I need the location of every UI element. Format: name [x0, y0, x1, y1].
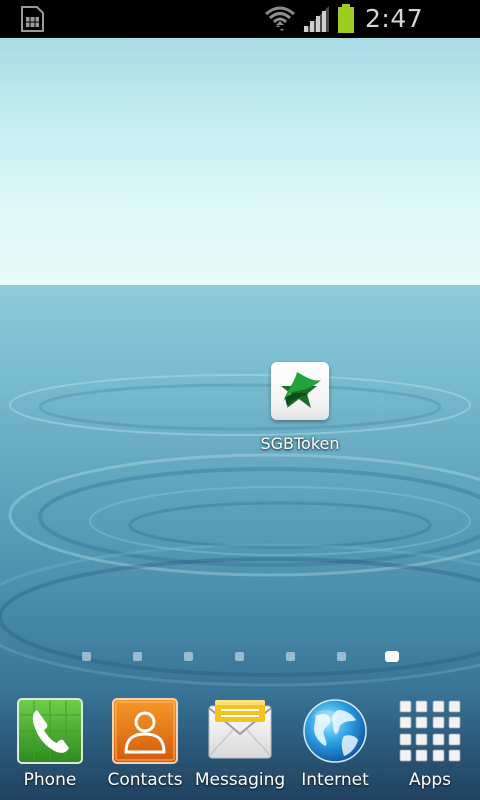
dock-item-contacts[interactable]: Contacts — [97, 698, 193, 798]
page-dot-2[interactable] — [133, 652, 142, 661]
signal-icon — [303, 6, 329, 32]
app-label-sgbtoken: SGBToken — [260, 434, 340, 453]
phone-icon — [17, 698, 83, 764]
dock-item-internet[interactable]: Internet — [287, 698, 383, 798]
status-bar: 2:47 PM — [0, 0, 480, 65]
page-dot-5[interactable] — [286, 652, 295, 661]
page-dot-1[interactable] — [82, 652, 91, 661]
app-shortcut-sgbtoken[interactable]: SGBToken — [244, 362, 356, 462]
contacts-icon — [112, 698, 178, 764]
dock-label-messaging: Messaging — [194, 770, 286, 790]
wifi-icon — [265, 6, 295, 31]
dock-item-apps[interactable]: Apps — [382, 698, 478, 798]
page-dot-7-active[interactable] — [385, 651, 399, 662]
wallpaper-sky — [0, 38, 480, 285]
dock-label-internet: Internet — [301, 770, 369, 790]
page-dot-6[interactable] — [337, 652, 346, 661]
wallpaper — [0, 38, 480, 800]
sgbtoken-app-icon[interactable] — [271, 362, 329, 420]
battery-icon — [338, 4, 354, 33]
sim-card-icon — [21, 6, 44, 32]
messaging-icon — [208, 700, 272, 759]
page-dot-4[interactable] — [235, 652, 244, 661]
page-indicator — [0, 648, 480, 664]
dock: Phone Contacts Messaging Internet Apps — [0, 690, 480, 800]
page-dot-3[interactable] — [184, 652, 193, 661]
dock-label-contacts: Contacts — [107, 770, 183, 790]
dock-label-apps: Apps — [408, 770, 452, 790]
dock-item-phone[interactable]: Phone — [2, 698, 98, 798]
sgbtoken-star-icon — [281, 372, 321, 408]
apps-grid-icon — [399, 700, 461, 762]
dock-item-messaging[interactable]: Messaging — [192, 698, 288, 798]
dock-label-phone: Phone — [23, 770, 77, 790]
clock: 2:47 PM — [365, 4, 424, 65]
internet-globe-icon — [303, 699, 367, 763]
